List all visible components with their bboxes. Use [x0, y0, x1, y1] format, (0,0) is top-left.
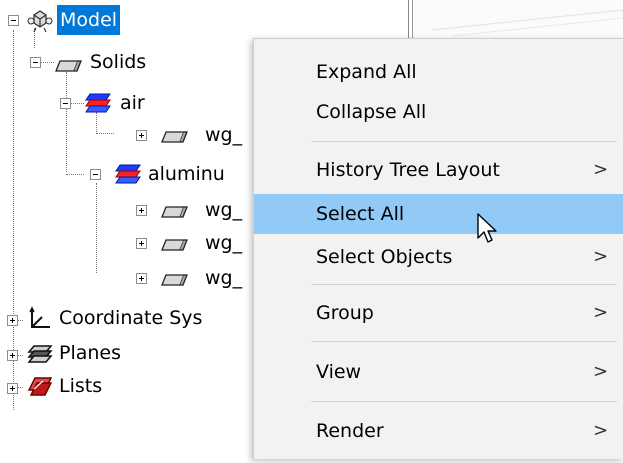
- model-icon: [26, 9, 54, 42]
- submenu-arrow-icon: >: [593, 361, 609, 382]
- material-icon: [84, 92, 112, 123]
- tree-item-label: air: [120, 92, 145, 114]
- expand-toggle-icon[interactable]: [7, 383, 18, 394]
- tree-item-label: wg_: [205, 232, 243, 254]
- collapse-toggle-icon[interactable]: [90, 169, 101, 180]
- expand-toggle-icon[interactable]: [7, 350, 18, 361]
- menu-separator: [311, 141, 617, 142]
- menu-item-select-all[interactable]: Select All: [254, 194, 623, 234]
- menu-item-label: Select All: [316, 203, 405, 225]
- menu-separator: [311, 284, 617, 285]
- context-menu: Expand All Collapse All History Tree Lay…: [253, 38, 623, 459]
- planes-icon: [26, 343, 54, 374]
- tree-item-label[interactable]: Model: [57, 5, 121, 35]
- solid-icon: [160, 125, 190, 155]
- tree-item-label: Coordinate Sys: [59, 307, 203, 329]
- tree-item-label: aluminu: [148, 163, 225, 185]
- tree-connector: [66, 72, 67, 172]
- collapse-toggle-icon[interactable]: [30, 57, 41, 68]
- menu-item-label: View: [316, 361, 362, 383]
- solid-icon: [160, 200, 190, 230]
- menu-separator: [311, 341, 617, 342]
- mouse-cursor-icon: [477, 213, 497, 243]
- menu-item-expand-all[interactable]: Expand All: [254, 52, 623, 92]
- tree-item-label: wg_: [205, 267, 243, 289]
- tree-item-label: Solids: [90, 51, 147, 73]
- coordinate-system-icon: [26, 306, 54, 341]
- tree-connector: [66, 174, 84, 175]
- tree-item-label: wg_: [205, 124, 243, 146]
- expand-toggle-icon[interactable]: [136, 130, 147, 141]
- lists-icon: [26, 375, 54, 408]
- solid-icon: [160, 268, 190, 298]
- expand-toggle-icon[interactable]: [136, 273, 147, 284]
- solid-icon: [54, 54, 84, 84]
- tree-item-label: Lists: [59, 375, 103, 397]
- solid-icon: [160, 233, 190, 263]
- tree-item-label: wg_: [205, 199, 243, 221]
- expand-toggle-icon[interactable]: [7, 315, 18, 326]
- submenu-arrow-icon: >: [593, 246, 609, 267]
- submenu-arrow-icon: >: [593, 159, 609, 180]
- menu-item-label: Render: [316, 420, 384, 442]
- tree-connector: [96, 183, 97, 273]
- menu-item-history-tree-layout[interactable]: History Tree Layout >: [254, 150, 623, 190]
- collapse-toggle-icon[interactable]: [8, 15, 19, 26]
- menu-item-view[interactable]: View >: [254, 352, 623, 392]
- menu-item-label: History Tree Layout: [316, 159, 500, 181]
- menu-item-group[interactable]: Group >: [254, 293, 623, 333]
- menu-separator: [311, 401, 617, 402]
- expand-toggle-icon[interactable]: [136, 238, 147, 249]
- submenu-arrow-icon: >: [593, 302, 609, 323]
- menu-item-collapse-all[interactable]: Collapse All: [254, 92, 623, 132]
- submenu-arrow-icon: >: [593, 420, 609, 441]
- menu-item-label: Select Objects: [316, 246, 453, 268]
- collapse-toggle-icon[interactable]: [60, 98, 71, 109]
- menu-item-label: Group: [316, 302, 374, 324]
- tree-connector: [96, 133, 114, 134]
- menu-item-render[interactable]: Render >: [254, 411, 623, 451]
- expand-toggle-icon[interactable]: [136, 205, 147, 216]
- material-icon: [114, 163, 142, 194]
- menu-item-label: Expand All: [316, 61, 417, 83]
- tree-item-label: Planes: [59, 342, 122, 364]
- menu-item-label: Collapse All: [316, 101, 427, 123]
- menu-item-select-objects[interactable]: Select Objects >: [254, 237, 623, 277]
